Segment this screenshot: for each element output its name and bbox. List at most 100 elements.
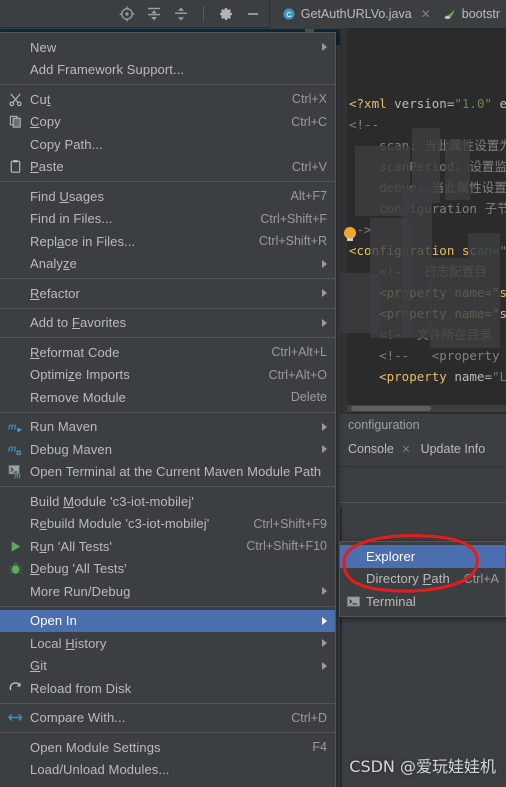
menu-item-label: Add Framework Support... xyxy=(30,62,185,78)
menu-item-add-framework-support[interactable]: Add Framework Support... xyxy=(0,59,335,82)
submenu-item-directory-path[interactable]: Directory Path Ctrl+A xyxy=(340,568,505,591)
menu-separator xyxy=(0,605,335,607)
menu-separator xyxy=(0,278,335,279)
menu-item-open-terminal-at-the-current-maven-module-path[interactable]: m Open Terminal at the Current Maven Modu… xyxy=(0,461,335,484)
menu-item-shortcut: F4 xyxy=(312,740,327,755)
tool-window-tabs: Console ✕ Update Info xyxy=(340,436,506,462)
menu-item-copy-path[interactable]: Copy Path... xyxy=(0,133,335,156)
menu-item-mark-directory-as[interactable]: Mark Directory as xyxy=(0,781,335,787)
menu-item-shortcut: Ctrl+X xyxy=(291,92,327,107)
menu-item-label: Debug Maven xyxy=(30,441,113,457)
menu-item-remove-module[interactable]: Remove Module Delete xyxy=(0,386,335,409)
minimize-icon[interactable] xyxy=(245,6,261,22)
menu-item-optimize-imports[interactable]: Optimize Imports Ctrl+Alt+O xyxy=(0,364,335,387)
menu-item-new[interactable]: New xyxy=(0,36,335,59)
menu-item-shortcut: Ctrl+Alt+L xyxy=(271,345,327,360)
editor-tab-label: bootstr xyxy=(461,6,500,21)
menu-item-compare-with[interactable]: Compare With... Ctrl+D xyxy=(0,707,335,730)
expand-all-icon[interactable] xyxy=(146,6,162,22)
menu-item-shortcut: Delete xyxy=(290,390,327,405)
menu-item-run-all-tests[interactable]: Run 'All Tests' Ctrl+Shift+F10 xyxy=(0,535,335,558)
close-icon[interactable]: ✕ xyxy=(421,7,431,21)
menu-item-local-history[interactable]: Local History xyxy=(0,632,335,655)
tab-update-info[interactable]: Update Info xyxy=(421,442,486,456)
code-line: <?xml version="1.0" e xyxy=(349,96,506,111)
menu-item-debug-maven[interactable]: m Debug Maven xyxy=(0,438,335,461)
menu-item-icon-slot: m xyxy=(0,464,30,479)
reload-icon xyxy=(9,681,21,691)
menu-item-icon-slot xyxy=(0,114,30,129)
submenu-item-explorer[interactable]: Explorer xyxy=(340,545,505,568)
menu-item-paste[interactable]: Paste Ctrl+V xyxy=(0,156,335,179)
maven-run-icon: m xyxy=(8,422,22,433)
menu-item-refactor[interactable]: Refactor xyxy=(0,282,335,305)
svg-text:m: m xyxy=(8,443,16,453)
intention-bulb-icon[interactable] xyxy=(344,227,356,241)
menu-item-label: Rebuild Module 'c3-iot-mobilej' xyxy=(30,516,210,532)
menu-item-debug-all-tests[interactable]: Debug 'All Tests' xyxy=(0,558,335,581)
tab-console[interactable]: Console ✕ xyxy=(348,442,411,456)
gear-icon[interactable] xyxy=(218,6,234,22)
menu-item-label: Add to Favorites xyxy=(30,315,127,331)
breadcrumb[interactable]: configuration xyxy=(340,414,506,436)
submenu-arrow-icon xyxy=(322,422,327,431)
menu-item-label: Optimize Imports xyxy=(30,367,130,383)
ide-window: C GetAuthURLVo.java ✕ bootstr <?xml vers… xyxy=(0,0,506,787)
menu-item-reformat-code[interactable]: Reformat Code Ctrl+Alt+L xyxy=(0,341,335,364)
copy-icon xyxy=(9,116,21,128)
menu-item-shortcut: Ctrl+A xyxy=(463,571,499,586)
editor-tab-getauthurlvo[interactable]: C GetAuthURLVo.java ✕ xyxy=(276,0,437,28)
menu-item-cut[interactable]: Cut Ctrl+X xyxy=(0,88,335,111)
menu-item-icon-slot xyxy=(0,159,30,174)
menu-item-label: Debug 'All Tests' xyxy=(30,561,127,577)
menu-item-load-unload-modules[interactable]: Load/Unload Modules... xyxy=(0,759,335,782)
menu-item-shortcut: Ctrl+V xyxy=(291,159,327,174)
open-in-submenu[interactable]: Explorer Directory Path Ctrl+A Terminal xyxy=(339,541,506,617)
menu-item-shortcut: Ctrl+Shift+F10 xyxy=(246,539,327,554)
menu-item-build-module-c3-iot-mobilej[interactable]: Build Module 'c3-iot-mobilej' xyxy=(0,490,335,513)
submenu-arrow-icon xyxy=(322,43,327,52)
menu-item-icon-slot xyxy=(0,92,30,107)
menu-item-label: Cut xyxy=(30,91,51,107)
menu-item-analyze[interactable]: Analyze xyxy=(0,253,335,276)
menu-item-label: Replace in Files... xyxy=(30,233,136,249)
menu-item-find-usages[interactable]: Find Usages Alt+F7 xyxy=(0,185,335,208)
menu-separator xyxy=(0,337,335,338)
maven-debug-icon: m xyxy=(8,443,21,456)
menu-item-reload-from-disk[interactable]: Reload from Disk xyxy=(0,677,335,700)
menu-item-icon-slot: m xyxy=(0,419,30,434)
toolbar-icon-group xyxy=(119,6,269,22)
menu-item-shortcut: Ctrl+Alt+O xyxy=(268,367,327,382)
menu-separator xyxy=(0,181,335,182)
menu-item-label: Copy xyxy=(30,114,61,130)
menu-item-rebuild-module-c3-iot-mobilej[interactable]: Rebuild Module 'c3-iot-mobilej' Ctrl+Shif… xyxy=(0,513,335,536)
menu-item-shortcut: Ctrl+Shift+F9 xyxy=(253,516,327,531)
editor-tab-bootstrap[interactable]: bootstr xyxy=(437,0,506,28)
editor-horizontal-scrollbar[interactable] xyxy=(347,405,506,412)
menu-item-add-to-favorites[interactable]: Add to Favorites xyxy=(0,312,335,335)
locate-icon[interactable] xyxy=(119,6,135,22)
code-editor[interactable]: <?xml version="1.0" e<!-- scan: 当此属性设置为 … xyxy=(340,28,506,418)
menu-item-shortcut: Ctrl+Shift+R xyxy=(258,234,327,249)
context-menu[interactable]: New Add Framework Support... Cut Ctrl+X Copy… xyxy=(0,32,336,787)
close-icon[interactable]: ✕ xyxy=(401,444,410,456)
menu-item-shortcut: Ctrl+Shift+F xyxy=(260,211,327,226)
menu-item-more-run-debug[interactable]: More Run/Debug xyxy=(0,580,335,603)
menu-item-label: Copy Path... xyxy=(30,136,103,152)
submenu-item-terminal[interactable]: Terminal xyxy=(340,590,505,613)
collapse-all-icon[interactable] xyxy=(173,6,189,22)
menu-item-copy[interactable]: Copy Ctrl+C xyxy=(0,111,335,134)
menu-item-run-maven[interactable]: m Run Maven xyxy=(0,416,335,439)
menu-item-label: Open In xyxy=(30,613,77,629)
menu-item-label: Open Module Settings xyxy=(30,739,161,755)
menu-item-icon-slot xyxy=(0,561,30,576)
menu-item-open-in[interactable]: Open In xyxy=(0,609,335,632)
menu-item-open-module-settings[interactable]: Open Module Settings F4 xyxy=(0,736,335,759)
menu-item-find-in-files[interactable]: Find in Files... Ctrl+Shift+F xyxy=(0,208,335,231)
menu-item-git[interactable]: Git xyxy=(0,655,335,678)
menu-item-icon-slot xyxy=(0,681,30,696)
menu-item-label: Terminal xyxy=(366,593,416,609)
menu-item-label: Refactor xyxy=(30,285,80,301)
code-line: <!-- <property xyxy=(349,348,500,363)
menu-item-replace-in-files[interactable]: Replace in Files... Ctrl+Shift+R xyxy=(0,230,335,253)
